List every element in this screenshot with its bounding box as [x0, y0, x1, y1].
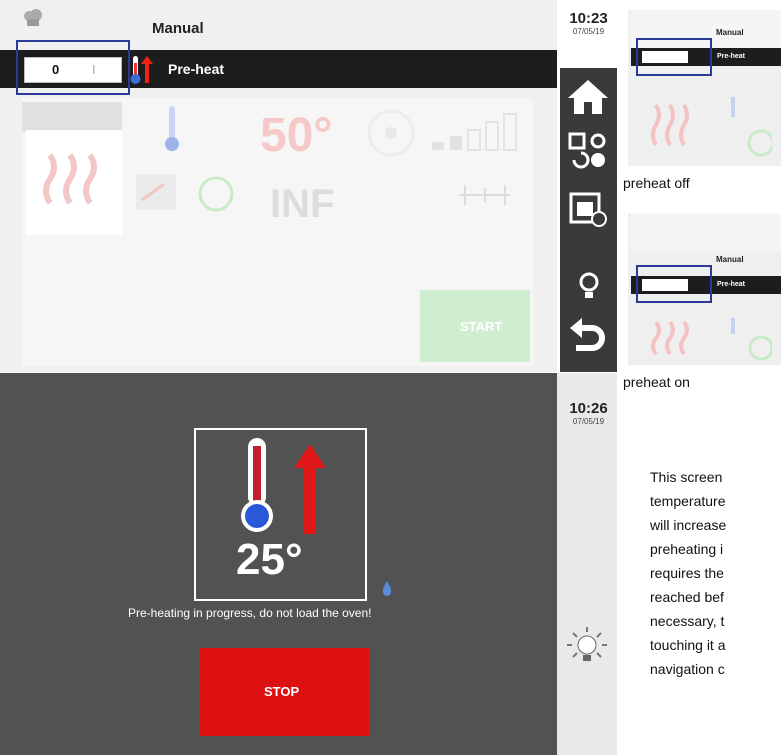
current-temperature: 25° [236, 535, 303, 584]
clock-date: 07/05/19 [572, 417, 605, 426]
light-bulb-icon[interactable] [565, 625, 609, 669]
step-tab[interactable] [22, 102, 122, 132]
description-line: navigation c [650, 661, 725, 677]
description-text: This screen temperature will increase pr… [650, 465, 781, 681]
time-setpoint[interactable]: INF [270, 182, 334, 227]
description-line: touching it a [650, 637, 726, 653]
caption-preheat-on: preheat on [623, 374, 690, 390]
probe-timer-icon[interactable] [134, 170, 244, 216]
clock: 10:26 07/05/19 [560, 400, 617, 426]
description-line: preheating i [650, 541, 724, 557]
preheat-icon [130, 56, 153, 84]
thumb-title: Manual [716, 28, 744, 37]
program-settings-icon[interactable] [568, 130, 608, 170]
status-strip [557, 373, 617, 755]
description-line: requires the [650, 565, 724, 581]
stop-label: STOP [264, 684, 300, 699]
chef-hat-icon[interactable] [22, 8, 44, 30]
thumb-content-icons [651, 318, 772, 361]
thumb-header [631, 213, 781, 251]
description-line: temperature [650, 493, 726, 509]
back-icon[interactable] [568, 314, 608, 354]
preheat-message: Pre-heating in progress, do not load the… [128, 606, 372, 620]
toggle-highlight-frame [16, 40, 130, 95]
description-line: reached bef [650, 589, 724, 605]
description-line: necessary, t [650, 613, 725, 629]
thumb-title: Manual [716, 255, 744, 264]
preheat-label: Pre-heat [168, 61, 225, 77]
humidity-drop-icon [382, 581, 392, 596]
fan-icon [367, 109, 415, 157]
heat-waves-icon [43, 153, 97, 205]
clock-time: 10:26 [569, 400, 608, 417]
temperature-setpoint[interactable]: 50° [260, 108, 333, 163]
thumb-content-icons [651, 97, 772, 157]
light-bulb-icon[interactable] [578, 272, 600, 302]
description-line: This screen [650, 469, 723, 485]
thumb-highlight-frame [636, 265, 712, 303]
start-label: START [460, 319, 503, 334]
description-line: will increase [650, 517, 727, 533]
clock-date: 07/05/19 [572, 27, 605, 36]
steam-icon[interactable] [455, 180, 515, 210]
caption-preheat-off: preheat off [623, 175, 690, 191]
home-icon[interactable] [566, 78, 610, 116]
thumb-highlight-frame [636, 38, 712, 76]
clock-time: 10:23 [569, 10, 608, 27]
clock: 10:23 07/05/19 [560, 10, 617, 36]
calendar-icon[interactable] [568, 188, 608, 228]
thumb-preheat-label: Pre-heat [717, 281, 746, 288]
thumb-preheat-label: Pre-heat [717, 53, 746, 60]
page-title: Manual [152, 20, 204, 37]
preheat-thermometer-icon [241, 438, 326, 534]
fan-speed-bars-icon[interactable] [430, 112, 525, 152]
thermometer-faded-icon [165, 106, 179, 151]
